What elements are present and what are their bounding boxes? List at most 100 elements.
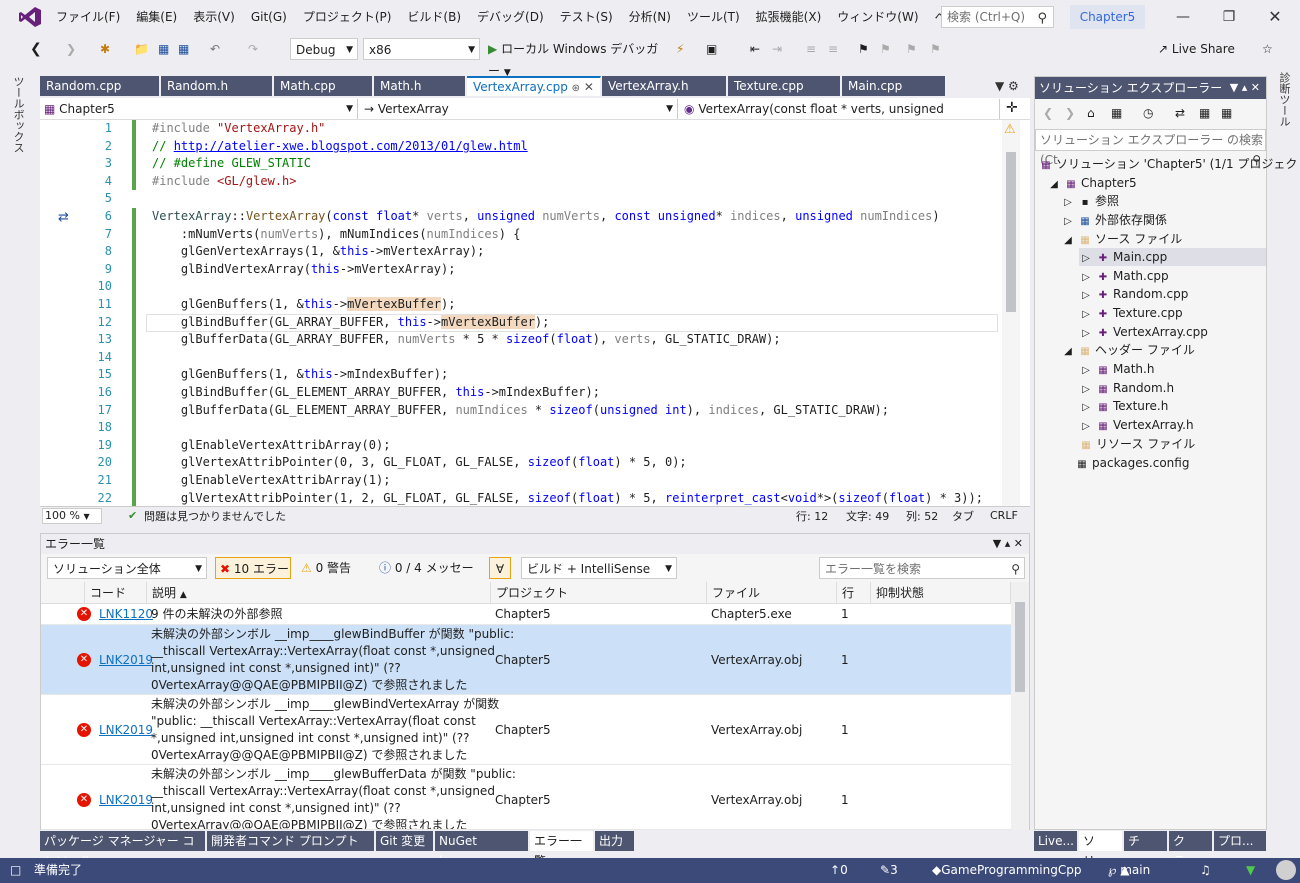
scope-filter-select[interactable]: ソリューション全体 ▼ (47, 557, 207, 579)
extension-status-icon[interactable]: ▼ (1246, 858, 1255, 883)
tree-item-math-cpp[interactable]: ▷ ✚ Math.cpp (1079, 267, 1169, 285)
format-icon[interactable]: ⇥ (772, 38, 782, 60)
close-icon[interactable]: ✕ (1252, 0, 1298, 34)
warnings-filter-button[interactable]: ⚠ 0 警告 (297, 557, 367, 579)
tab-developer-prompt[interactable]: 開発者コマンド プロンプト (207, 831, 375, 851)
error-row[interactable]: ✕ LNK2019 未解決の外部シンボル __imp____glewBindBu… (41, 625, 1011, 695)
tree-item-vertexarray-cpp[interactable]: ▷ ✚ VertexArray.cpp (1079, 323, 1208, 341)
error-code-link[interactable]: LNK2019 (99, 652, 153, 669)
output-window-icon[interactable]: □ (10, 858, 21, 883)
tab-class-view[interactable]: クラ... (1169, 831, 1213, 868)
switch-view-icon[interactable]: ▦ (1111, 102, 1122, 124)
tree-item-texture-cpp[interactable]: ▷ ✚ Texture.cpp (1079, 304, 1182, 322)
save-icon[interactable]: ▦ (158, 38, 169, 60)
browser-icon[interactable]: ▣ (706, 38, 717, 60)
menu-edit[interactable]: 編集(E) (128, 0, 185, 34)
tab-random-h[interactable]: Random.h (161, 76, 273, 96)
error-list-search-input[interactable]: エラー一覧を検索 ⚲ (819, 557, 1025, 579)
column-file[interactable]: ファイル (707, 582, 837, 604)
column-line[interactable]: 行 (837, 582, 871, 604)
prev-bookmark-icon[interactable]: ⚑ (880, 38, 891, 60)
tree-item-solution[interactable]: ▦ ソリューション 'Chapter5' (1/1 プロジェクト (1039, 155, 1300, 173)
forward-icon[interactable]: ❯ (66, 38, 76, 60)
tab-vertexarray-h[interactable]: VertexArray.h (602, 76, 727, 96)
menu-file[interactable]: ファイル(F) (48, 0, 128, 34)
comment-icon[interactable]: ≡ (806, 38, 816, 60)
tree-item-math-h[interactable]: ▷ ▦ Math.h (1079, 360, 1154, 378)
tree-item-source-files[interactable]: ◢ ▦ ソース ファイル (1061, 230, 1182, 248)
minimize-icon[interactable]: — (1160, 0, 1206, 34)
start-debugging-button[interactable]: ▶ ローカル Windows デバッガー ▼ (488, 38, 664, 78)
menu-extensions[interactable]: 拡張機能(X) (748, 0, 830, 34)
platform-select[interactable]: x86 ▼ (363, 38, 480, 60)
tab-team-explorer[interactable]: チー... (1124, 831, 1168, 868)
tree-item-packages-config[interactable]: ▦ packages.config (1075, 454, 1189, 472)
tree-item-texture-h[interactable]: ▷ ▦ Texture.h (1079, 397, 1168, 415)
tree-item-project[interactable]: ◢ ▦ Chapter5 (1047, 174, 1136, 192)
restore-icon[interactable]: ❐ (1206, 0, 1252, 34)
forward-icon[interactable]: ❯ (1065, 102, 1075, 124)
notifications-icon[interactable]: ♫ (1200, 858, 1211, 883)
changes-count[interactable]: ✎ 3 (880, 858, 898, 883)
step-icon[interactable]: ⇤ (750, 38, 760, 60)
column-suppression[interactable]: 抑制状態 (871, 582, 1011, 604)
source-filter-select[interactable]: ビルド + IntelliSense ▼ (521, 557, 677, 579)
menu-view[interactable]: 表示(V) (185, 0, 243, 34)
issues-status[interactable]: 問題は見つかりませんでした (144, 508, 286, 524)
zoom-select[interactable]: 100 % ▼ (42, 507, 102, 524)
error-row[interactable]: ✕ LNK2019 未解決の外部シンボル __imp____glewBindVe… (41, 695, 1011, 765)
tab-math-cpp[interactable]: Math.cpp (274, 76, 373, 96)
tab-indicator[interactable]: タブ (952, 508, 974, 524)
scrollbar-thumb[interactable] (1006, 152, 1016, 312)
collapse-all-icon[interactable]: ▦ (1199, 102, 1210, 124)
repository-button[interactable]: ◆ GameProgrammingCpp (932, 858, 1081, 883)
tree-item-vertexarray-h[interactable]: ▷ ▦ VertexArray.h (1079, 416, 1193, 434)
menu-analyze[interactable]: 分析(N) (621, 0, 679, 34)
tree-item-external-deps[interactable]: ▷ ▦ 外部依存関係 (1061, 211, 1167, 229)
error-code-link[interactable]: LNK2019 (99, 722, 153, 739)
save-all-icon[interactable]: ▦ (178, 38, 189, 60)
visual-studio-logo-icon[interactable] (18, 6, 42, 28)
menu-window[interactable]: ウィンドウ(W) (829, 0, 926, 34)
menu-git[interactable]: Git(G) (243, 0, 295, 34)
tab-main-cpp[interactable]: Main.cpp (842, 76, 946, 96)
tree-item-resource-files[interactable]: ▦ リソース ファイル (1079, 435, 1195, 453)
tab-package-manager[interactable]: パッケージ マネージャー コンソール (40, 831, 206, 868)
tab-random-cpp[interactable]: Random.cpp (40, 76, 160, 96)
account-avatar[interactable] (1276, 860, 1296, 880)
tree-item-header-files[interactable]: ◢ ▦ ヘッダー ファイル (1061, 341, 1195, 359)
errors-filter-button[interactable]: ✖ 10 エラー (215, 557, 291, 579)
member-dropdown[interactable]: ◉ VertexArray(const float * verts, unsig… (680, 99, 1000, 136)
tree-item-random-h[interactable]: ▷ ▦ Random.h (1079, 379, 1174, 397)
solution-search-input[interactable]: ソリューション エクスプローラー の検索 (Ct ⚲ (1035, 129, 1266, 167)
error-list-scrollbar[interactable] (1011, 582, 1029, 830)
tree-item-random-cpp[interactable]: ▷ ✚ Random.cpp (1079, 285, 1188, 303)
tab-texture-cpp[interactable]: Texture.cpp (728, 76, 841, 96)
tab-error-list[interactable]: エラー一覧 (530, 831, 594, 868)
push-count[interactable]: ↑ 0 (830, 858, 848, 883)
tree-item-main-cpp[interactable]: ▷ ✚ Main.cpp (1079, 248, 1266, 266)
tab-vertexarray-cpp[interactable]: VertexArray.cpp ⊛ ✕ (467, 76, 601, 96)
hot-reload-icon[interactable]: ⚡ (676, 38, 684, 60)
show-all-files-icon[interactable]: ▦ (1221, 102, 1232, 124)
menu-build[interactable]: ビルド(B) (399, 0, 469, 34)
tab-math-h[interactable]: Math.h (374, 76, 466, 96)
uncomment-icon[interactable]: ≡ (828, 38, 838, 60)
scrollbar-thumb[interactable] (1015, 602, 1025, 692)
live-share-button[interactable]: ↗ Live Share (1158, 38, 1248, 60)
home-icon[interactable]: ⌂ (1087, 102, 1095, 124)
warning-icon[interactable]: ⚠ (1004, 122, 1016, 137)
tab-solution-explorer[interactable]: ソリ... (1079, 831, 1123, 868)
error-row[interactable]: ✕ LNK2019 未解決の外部シンボル __imp____glewBuffer… (41, 765, 1011, 830)
error-code-link[interactable]: LNK1120 (99, 606, 153, 623)
bookmark-icon[interactable]: ⚑ (858, 38, 869, 60)
panel-controls-icon[interactable]: ▼ ▴ ✕ (1230, 77, 1260, 99)
menu-test[interactable]: テスト(S) (552, 0, 621, 34)
tab-properties[interactable]: プロ... (1214, 831, 1267, 851)
back-icon[interactable]: ❮ (30, 38, 42, 60)
project-dropdown[interactable]: ▦ Chapter5 ▼ (40, 99, 358, 119)
sync-icon[interactable]: ⇄ (1175, 102, 1185, 124)
close-tab-icon[interactable]: ✕ (584, 80, 594, 94)
error-code-link[interactable]: LNK2019 (99, 792, 153, 809)
search-input[interactable]: 検索 (Ctrl+Q) ⚲ (941, 6, 1054, 28)
